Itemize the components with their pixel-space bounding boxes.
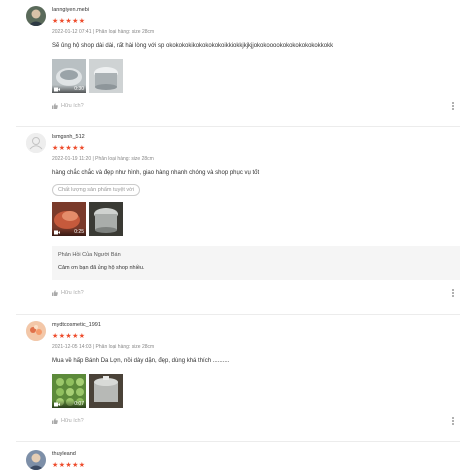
review-username[interactable]: lsmgsnh_512 xyxy=(52,133,460,141)
review-meta: 2022-01-12 07:41 | Phân loại hàng: size … xyxy=(52,29,155,35)
thumbs-up-icon xyxy=(52,103,58,109)
video-duration: 0:25 xyxy=(74,229,84,235)
review-comment: Mua về hấp Bánh Da Lợn, nồi dày dặn, đẹp… xyxy=(52,358,230,364)
review-image-thumbnail[interactable] xyxy=(89,374,123,408)
seller-reply: Phản Hồi Của Người Bán Cảm ơn bạn đã ủng… xyxy=(52,246,460,280)
helpful-label: Hữu ích? xyxy=(61,418,84,424)
video-camera-icon xyxy=(54,87,60,92)
avatar[interactable] xyxy=(26,133,46,153)
helpful-label: Hữu ích? xyxy=(61,290,84,296)
review-video-thumbnail[interactable]: 0:25 xyxy=(52,202,86,236)
video-camera-icon xyxy=(54,402,60,407)
review-item: lanngiyen.mebi ★★★★★ 2022-01-12 07:41 | … xyxy=(16,0,460,127)
helpful-label: Hữu ích? xyxy=(61,103,84,109)
avatar[interactable] xyxy=(26,321,46,341)
seller-reply-text: Cảm ơn bạn đã ủng hộ shop nhiều. xyxy=(58,265,145,271)
star-icon: ★ xyxy=(78,145,86,152)
review-image-thumbnail[interactable] xyxy=(89,202,123,236)
review-video-thumbnail[interactable]: 0:30 xyxy=(52,59,86,93)
rating-stars: ★★★★★ xyxy=(52,141,460,152)
avatar[interactable] xyxy=(26,450,46,470)
video-duration: 0:30 xyxy=(74,86,84,92)
star-icon: ★ xyxy=(52,145,59,152)
more-options-icon[interactable] xyxy=(452,101,456,111)
video-camera-icon xyxy=(54,230,60,235)
rating-stars: ★★★★★ xyxy=(52,458,460,469)
thumbs-up-icon xyxy=(52,418,58,424)
star-icon: ★ xyxy=(78,462,86,469)
seller-reply-title: Phản Hồi Của Người Bán xyxy=(58,252,121,258)
helpful-button[interactable]: Hữu ích? xyxy=(52,418,84,424)
review-item: mydtcosmetic_1991 ★★★★★ 2021-12-05 14:03… xyxy=(16,315,460,442)
review-item: lsmgsnh_512 ★★★★★ 2022-01-19 11:20 | Phâ… xyxy=(16,127,460,315)
review-media: 0:25 xyxy=(52,202,460,236)
star-icon: ★ xyxy=(72,333,79,340)
avatar[interactable] xyxy=(26,6,46,26)
more-options-icon[interactable] xyxy=(452,288,456,298)
review-media: 0:07 xyxy=(52,374,460,408)
review-username[interactable]: thuyleand xyxy=(52,450,460,458)
star-icon: ★ xyxy=(78,333,86,340)
star-icon: ★ xyxy=(78,18,86,25)
star-icon: ★ xyxy=(52,333,59,340)
star-icon: ★ xyxy=(72,18,79,25)
thumbs-up-icon xyxy=(52,290,58,296)
star-icon: ★ xyxy=(52,462,59,469)
review-meta: 2022-01-19 11:20 | Phân loại hàng: size … xyxy=(52,156,154,162)
review-username[interactable]: lanngiyen.mebi xyxy=(52,6,460,14)
review-item: thuyleand ★★★★★ xyxy=(16,442,460,470)
review-comment: Sẽ ủng hộ shop dài dài, rất hài lòng với… xyxy=(52,43,334,49)
review-comment: hàng chắc chắc và đẹp như hình, giao hàn… xyxy=(52,170,260,176)
more-options-icon[interactable] xyxy=(452,416,456,426)
rating-stars: ★★★★★ xyxy=(52,14,460,25)
review-username[interactable]: mydtcosmetic_1991 xyxy=(52,321,460,329)
review-tag: Chất lượng sản phẩm tuyệt vời xyxy=(52,184,141,196)
review-image-thumbnail[interactable] xyxy=(89,59,123,93)
video-duration: 0:07 xyxy=(74,401,84,407)
helpful-button[interactable]: Hữu ích? xyxy=(52,290,84,296)
rating-stars: ★★★★★ xyxy=(52,329,460,340)
review-video-thumbnail[interactable]: 0:07 xyxy=(52,374,86,408)
review-meta: 2021-12-05 14:03 | Phân loại hàng: size … xyxy=(52,344,155,350)
star-icon: ★ xyxy=(52,18,59,25)
reviews-list: lanngiyen.mebi ★★★★★ 2022-01-12 07:41 | … xyxy=(16,0,460,470)
helpful-button[interactable]: Hữu ích? xyxy=(52,103,84,109)
review-media: 0:30 xyxy=(52,59,460,93)
star-icon: ★ xyxy=(72,462,79,469)
star-icon: ★ xyxy=(72,145,79,152)
